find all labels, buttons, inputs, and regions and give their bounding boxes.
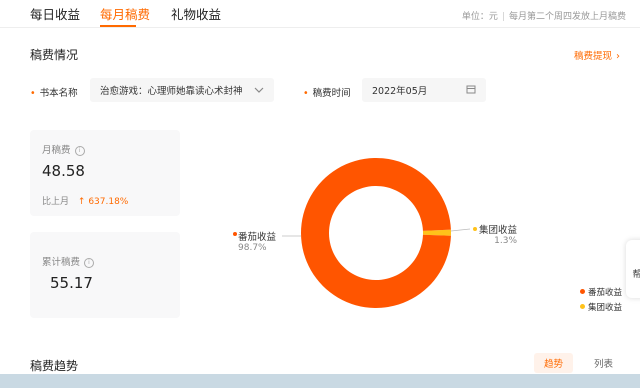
legend-item-group[interactable]: 集团收益 xyxy=(580,301,622,313)
trend-toggle-chart[interactable]: 趋势 xyxy=(534,353,574,373)
legend-item-fanqie[interactable]: 番茄收益 xyxy=(580,286,622,298)
legend-swatch xyxy=(580,304,585,309)
trend-toggle-list[interactable]: 列表 xyxy=(584,353,623,373)
group-marker-dot xyxy=(473,227,477,231)
legend-label: 番茄收益 xyxy=(588,288,623,298)
trend-title: 稿费趋势 xyxy=(30,359,79,373)
chart-label-group-name: 集团收益 xyxy=(479,225,518,236)
fanqie-marker-dot xyxy=(233,232,237,236)
leader-line-group xyxy=(450,228,471,232)
chart-label-fanqie-name: 番茄收益 xyxy=(238,232,277,243)
chart-label-group-pct: 1.3% xyxy=(494,236,518,246)
legend-label: 集团收益 xyxy=(588,303,623,313)
chart-label-fanqie-pct: 98.7% xyxy=(238,243,267,253)
chart-label-fanqie: 番茄收益 98.7% xyxy=(238,229,276,253)
donut-slices xyxy=(301,158,451,309)
donut-chart xyxy=(282,158,471,309)
taskbar xyxy=(0,374,640,388)
help-button[interactable]: 帮 xyxy=(626,240,640,298)
chart-label-group: 集团收益 1.3% xyxy=(479,222,517,246)
legend-swatch xyxy=(580,289,585,294)
